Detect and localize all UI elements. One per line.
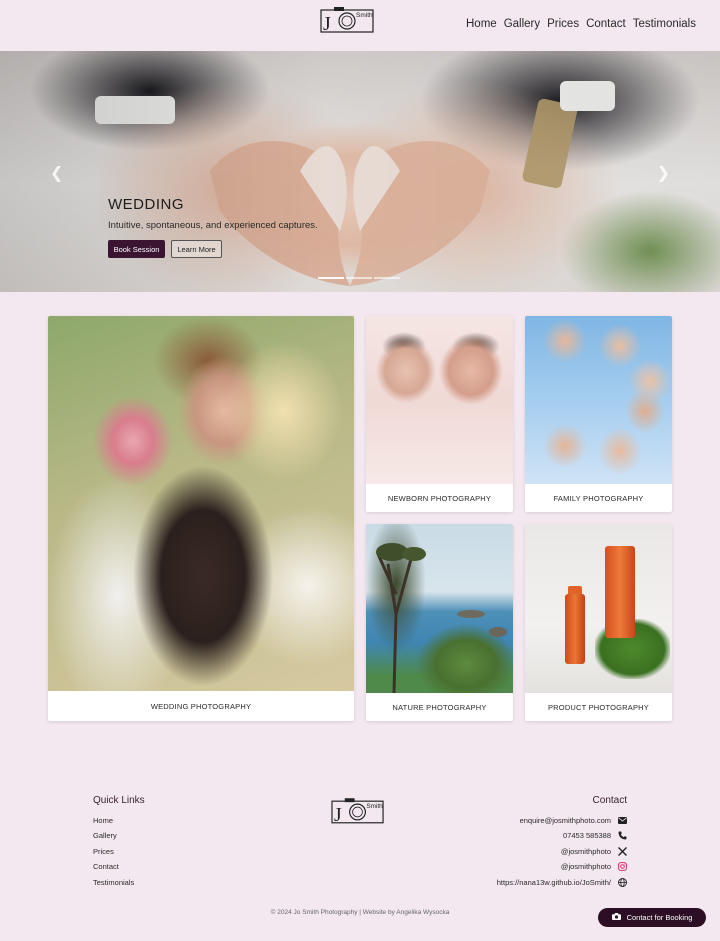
newborn-photo xyxy=(366,316,513,484)
camera-icon xyxy=(611,913,621,922)
contact-instagram-text: @josmithphoto xyxy=(560,861,611,871)
x-twitter-icon xyxy=(617,846,627,856)
quick-links-title: Quick Links xyxy=(93,795,145,806)
gallery-card-family[interactable]: FAMILY PHOTOGRAPHY xyxy=(525,316,672,512)
gallery-caption-product: PRODUCT PHOTOGRAPHY xyxy=(547,702,650,712)
hero-subtitle: Intuitive, spontaneous, and experienced … xyxy=(108,220,318,231)
product-bottle-large xyxy=(605,546,635,638)
contact-booking-button[interactable]: Contact for Booking xyxy=(598,908,706,927)
nature-photo xyxy=(366,524,513,693)
envelope-icon xyxy=(617,815,627,825)
gallery-card-nature[interactable]: NATURE PHOTOGRAPHY xyxy=(366,524,513,721)
contact-twitter[interactable]: @josmithphoto xyxy=(561,846,627,856)
carousel-indicator-1[interactable] xyxy=(318,277,344,279)
contact-booking-label: Contact for Booking xyxy=(626,913,693,922)
contact-email[interactable]: enquire@josmithphoto.com xyxy=(520,815,627,825)
contact-title: Contact xyxy=(592,795,627,806)
logo[interactable]: J Smith xyxy=(320,6,376,34)
carousel-indicators xyxy=(318,277,400,279)
footer-link-testimonials[interactable]: Testimonials xyxy=(93,878,134,887)
logo-word: Smith xyxy=(356,12,373,19)
family-photo xyxy=(525,316,672,484)
site-header: J Smith Home Gallery Prices Contact Test… xyxy=(0,0,720,51)
logo-letter: J xyxy=(323,13,331,34)
contact-phone[interactable]: 07453 585388 xyxy=(563,830,627,840)
carousel-indicator-2[interactable] xyxy=(346,277,372,279)
gallery-caption-nature: NATURE PHOTOGRAPHY xyxy=(392,702,487,712)
footer-logo-word: Smith xyxy=(366,803,383,810)
nav-contact[interactable]: Contact xyxy=(586,18,626,30)
footer-link-gallery[interactable]: Gallery xyxy=(93,831,117,840)
contact-instagram[interactable]: @josmithphoto xyxy=(561,861,627,871)
hero-carousel: ❮ ❯ WEDDING Intuitive, spontaneous, and … xyxy=(0,51,720,292)
nav-home[interactable]: Home xyxy=(466,18,497,30)
footer-link-contact[interactable]: Contact xyxy=(93,862,119,871)
contact-twitter-text: @josmithphoto xyxy=(560,846,611,856)
carousel-prev-icon[interactable]: ❮ xyxy=(50,163,63,182)
instagram-icon xyxy=(617,861,627,871)
gallery-card-product[interactable]: PRODUCT PHOTOGRAPHY xyxy=(525,524,672,721)
contact-email-text: enquire@josmithphoto.com xyxy=(519,815,611,825)
gallery-caption-family: FAMILY PHOTOGRAPHY xyxy=(553,493,644,503)
contact-website[interactable]: https://nana13w.github.io/JoSmith/ xyxy=(497,877,627,887)
phone-icon xyxy=(617,830,627,840)
footer-logo[interactable]: J Smith xyxy=(331,797,386,825)
product-bottle-small xyxy=(565,594,585,664)
footer-link-prices[interactable]: Prices xyxy=(93,847,114,856)
product-photo xyxy=(525,524,672,693)
gallery-caption-newborn: NEWBORN PHOTOGRAPHY xyxy=(387,493,492,503)
hero-title: WEDDING xyxy=(108,196,184,213)
carousel-indicator-3[interactable] xyxy=(374,277,400,279)
gallery-caption-wedding: WEDDING PHOTOGRAPHY xyxy=(150,701,252,711)
nav-testimonials[interactable]: Testimonials xyxy=(633,18,696,30)
learn-more-button[interactable]: Learn More xyxy=(171,240,222,258)
contact-phone-text: 07453 585388 xyxy=(563,830,611,840)
gallery-card-wedding[interactable]: WEDDING PHOTOGRAPHY xyxy=(48,316,354,721)
footer-logo-letter: J xyxy=(334,804,342,825)
contact-website-text: https://nana13w.github.io/JoSmith/ xyxy=(496,877,611,887)
footer-link-home[interactable]: Home xyxy=(93,816,113,825)
nav-prices[interactable]: Prices xyxy=(547,18,579,30)
book-session-button[interactable]: Book Session xyxy=(108,240,165,258)
gallery-card-newborn[interactable]: NEWBORN PHOTOGRAPHY xyxy=(366,316,513,512)
wedding-photo xyxy=(48,316,354,691)
nav-gallery[interactable]: Gallery xyxy=(504,18,540,30)
main-nav: Home Gallery Prices Contact Testimonials xyxy=(466,18,696,30)
carousel-next-icon[interactable]: ❯ xyxy=(657,163,670,182)
globe-icon xyxy=(617,877,627,887)
